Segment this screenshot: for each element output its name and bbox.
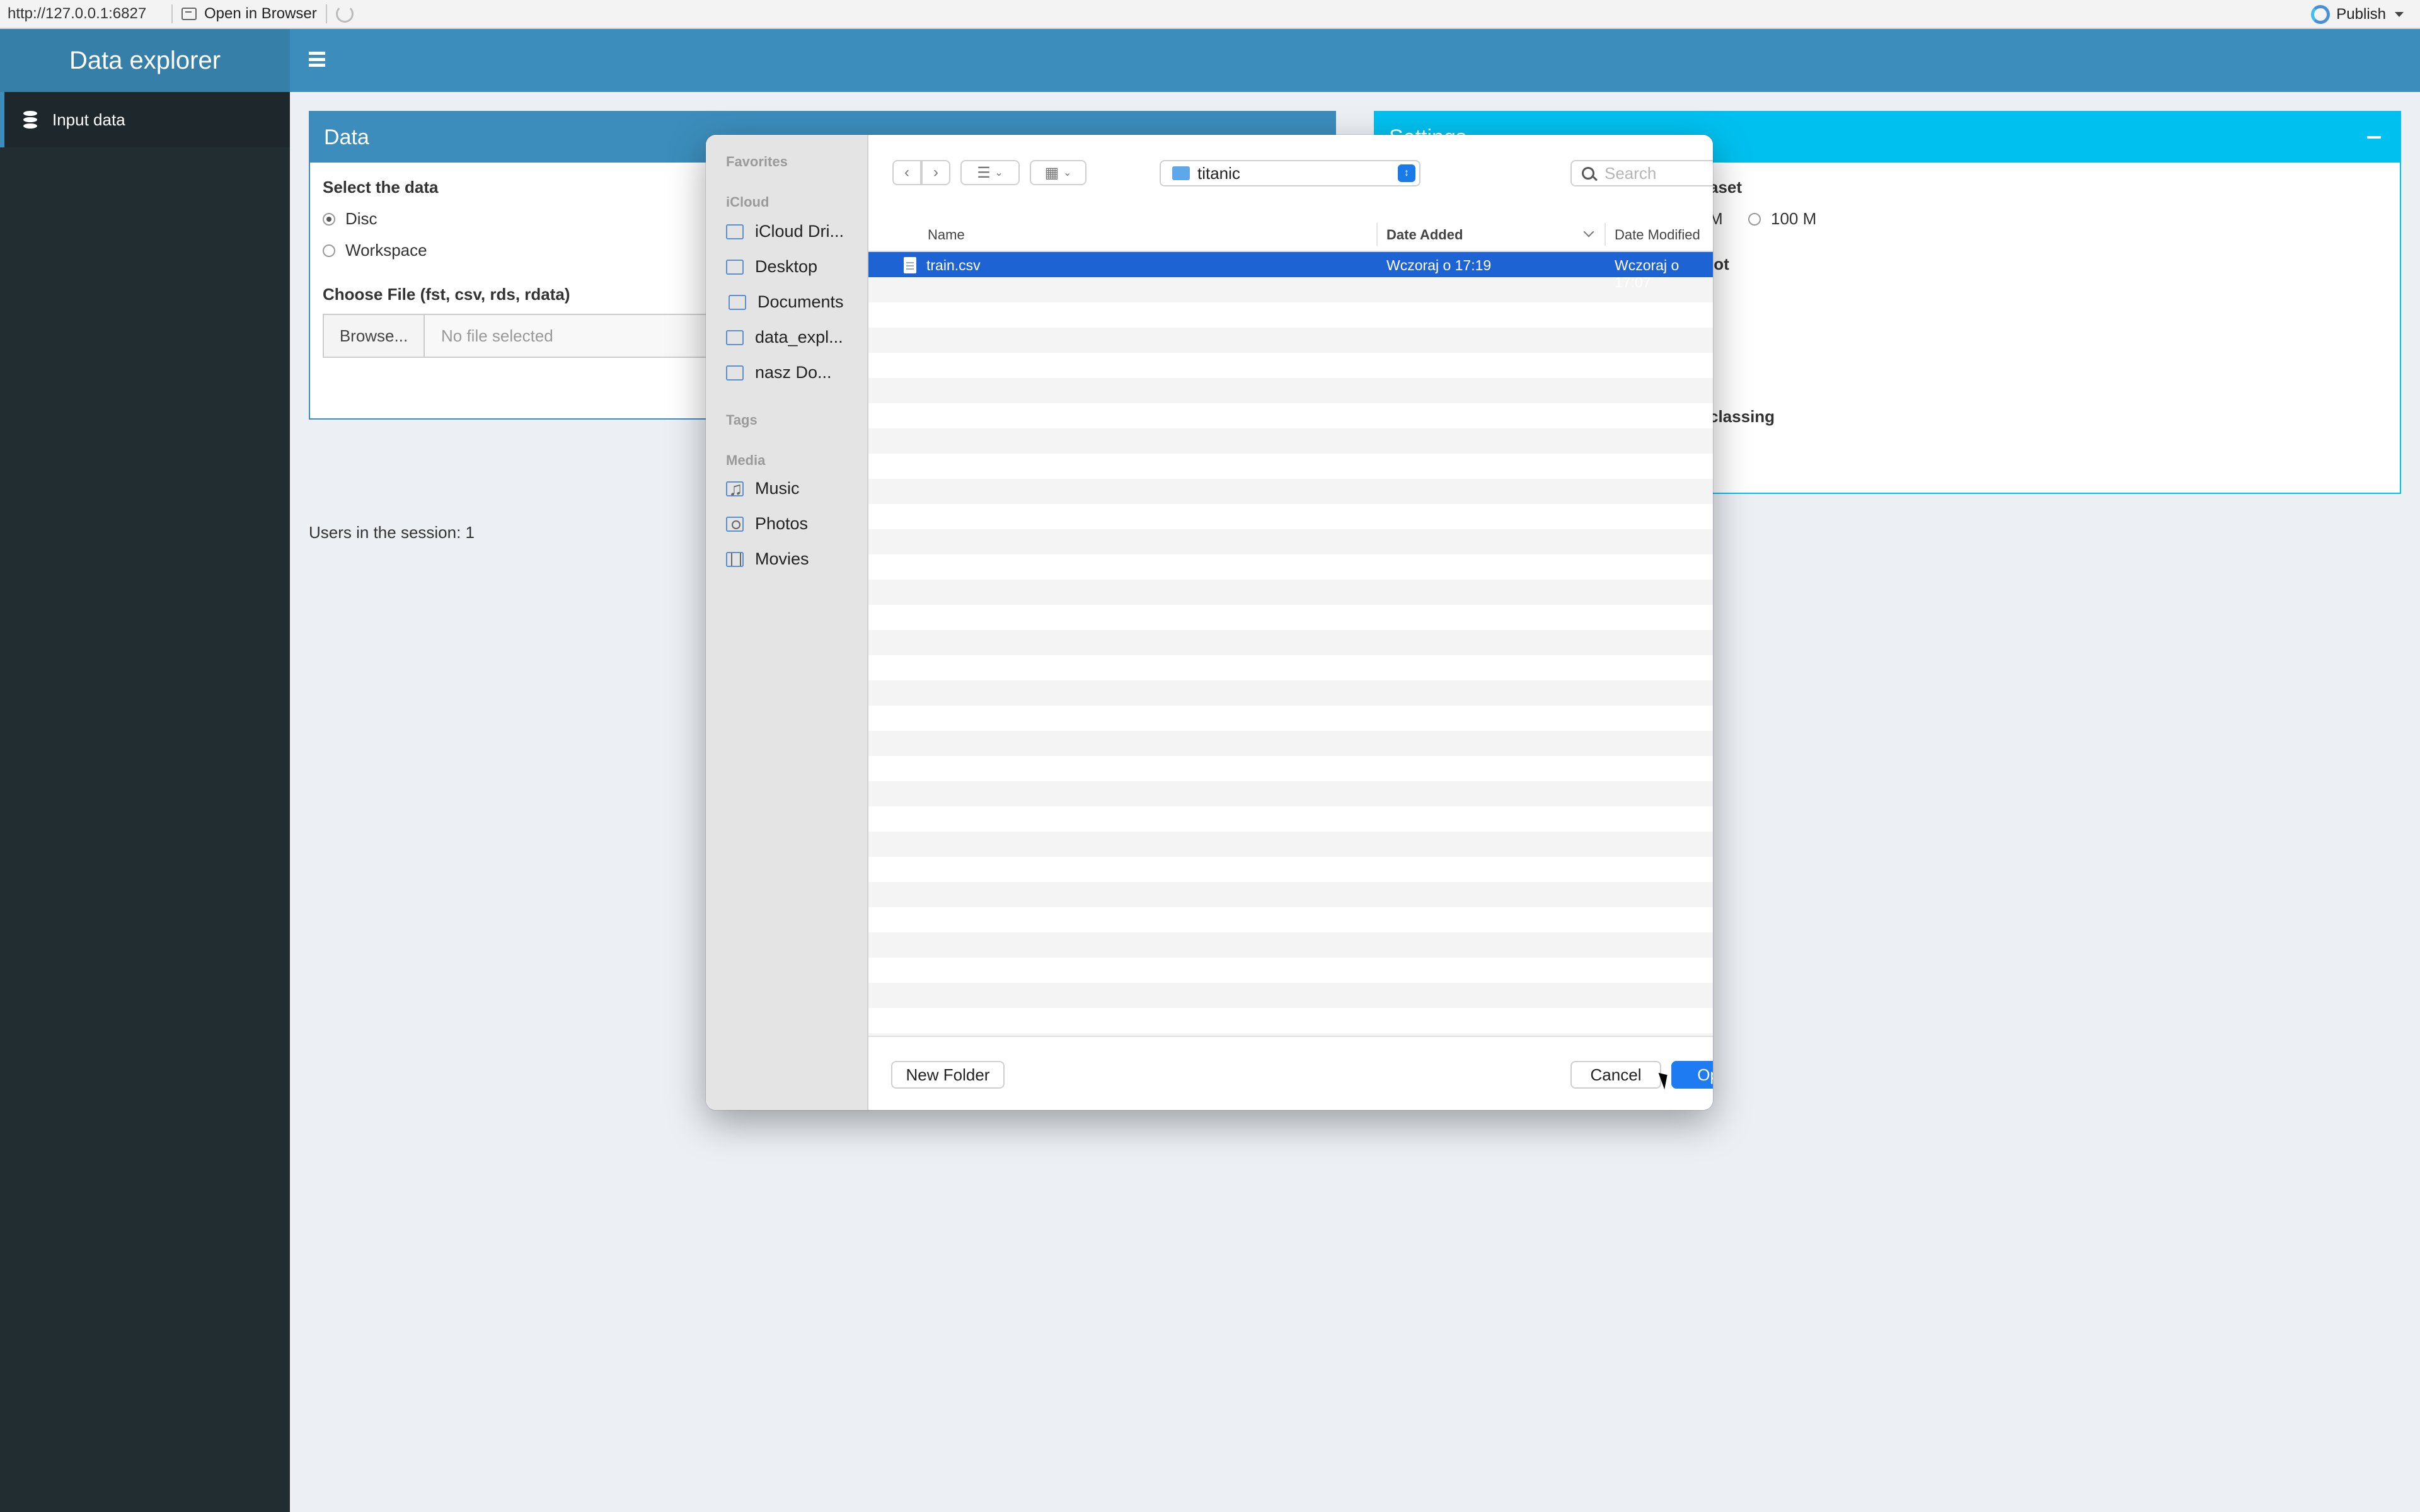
cloud-icon [726, 224, 744, 239]
list-view-button[interactable]: ☰ ⌄ [960, 160, 1020, 185]
document-icon [729, 294, 746, 310]
file-icon [904, 257, 916, 273]
up-down-icon: ↕ [1398, 164, 1415, 182]
radio-button[interactable] [323, 212, 335, 226]
new-folder-button[interactable]: New Folder [891, 1061, 1005, 1089]
section-favorites: Favorites [726, 154, 788, 169]
refresh-icon[interactable] [335, 5, 354, 23]
column-date-added[interactable]: Date Added [1386, 227, 1463, 243]
sidebar-item-desktop[interactable]: Desktop [726, 257, 817, 277]
column-divider[interactable] [1376, 223, 1378, 246]
chevron-down-icon [2395, 12, 2404, 17]
publish-icon [2311, 5, 2331, 24]
section-media: Media [726, 452, 766, 468]
open-button[interactable]: Open [1671, 1061, 1713, 1089]
section-icloud: iCloud [726, 194, 769, 210]
choose-file-label: Choose File (fst, csv, rds, rdata) [323, 285, 570, 304]
section-tags: Tags [726, 412, 758, 428]
folder-icon [726, 365, 744, 381]
toolbar-separator [325, 4, 327, 23]
radio-label: Workspace [345, 241, 427, 260]
sidebar-item-photos[interactable]: Photos [726, 514, 808, 534]
sidebar-item-label: Photos [755, 514, 809, 533]
music-icon [726, 479, 744, 500]
main-header [290, 29, 2420, 92]
column-date-modified[interactable]: Date Modified [1615, 227, 1700, 243]
sidebar-item-label: nasz Do... [755, 363, 832, 382]
file-date-added: Wczoraj o 17:19 [1386, 257, 1492, 273]
publish-label: Publish [2336, 6, 2386, 23]
column-name[interactable]: Name [928, 227, 965, 243]
forward-button[interactable]: › [921, 160, 950, 185]
sidebar: Input data [0, 92, 290, 1512]
collapse-icon[interactable] [2367, 136, 2381, 139]
dialog-footer: New Folder Cancel Open [868, 1036, 1713, 1110]
settings-partial-label: aset [1709, 178, 1743, 197]
radio-100m[interactable]: 100 M [1748, 209, 1816, 229]
browse-button[interactable]: Browse... [324, 315, 425, 357]
column-divider[interactable] [1605, 223, 1606, 246]
location-popup[interactable]: titanic ↕ [1160, 160, 1420, 186]
sidebar-item-label: Music [755, 479, 800, 498]
database-icon [23, 111, 37, 129]
radio-label: Disc [345, 209, 377, 228]
sidebar-item-nasz-dok[interactable]: nasz Do... [726, 363, 832, 382]
sidebar-item-documents[interactable]: Documents [726, 292, 844, 312]
folder-icon [726, 329, 744, 345]
search-icon [1582, 167, 1594, 180]
sidebar-item-label: Input data [52, 110, 125, 129]
search-input[interactable] [1605, 163, 1713, 183]
radio-button[interactable] [323, 244, 335, 257]
app-title[interactable]: Data explorer [0, 29, 290, 92]
sidebar-item-label: Documents [758, 292, 844, 311]
address-url[interactable]: http://127.0.0.1:6827 [0, 5, 163, 23]
file-date-modified: Wczoraj o 17:07 [1615, 257, 1680, 290]
sidebar-item-data-explorer[interactable]: data_expl... [726, 328, 843, 347]
sidebar-item-label: Movies [755, 549, 809, 568]
open-in-browser-icon [182, 8, 197, 20]
desktop-icon [726, 259, 744, 275]
film-icon [726, 551, 744, 567]
search-field[interactable] [1570, 160, 1713, 186]
location-label: titanic [1197, 163, 1240, 183]
sidebar-item-movies[interactable]: Movies [726, 549, 809, 569]
cancel-button[interactable]: Cancel [1570, 1061, 1661, 1089]
sidebar-item-label: data_expl... [755, 328, 843, 346]
open-in-browser-button[interactable]: Open in Browser [204, 5, 317, 23]
radio-disc[interactable]: Disc [323, 209, 377, 229]
chevron-down-icon: ⌄ [994, 168, 1003, 178]
grid-view-button[interactable]: ▦ ⌄ [1030, 160, 1086, 185]
file-row-selected[interactable]: train.csv Wczoraj o 17:19 Wczoraj o 17:0… [868, 252, 1713, 290]
sort-chevron-icon [1583, 226, 1594, 238]
dialog-sidebar: Favorites iCloud iCloud Dri... Desktop D… [706, 135, 868, 1110]
file-name: train.csv [926, 257, 981, 273]
radio-workspace[interactable]: Workspace [323, 241, 427, 260]
open-file-dialog: Favorites iCloud iCloud Dri... Desktop D… [706, 135, 1713, 1110]
back-button[interactable]: ‹ [892, 160, 921, 185]
file-list[interactable]: train.csv Wczoraj o 17:19 Wczoraj o 17:0… [868, 252, 1713, 1036]
settings-partial-label: classing [1709, 407, 1775, 426]
folder-icon [1172, 166, 1190, 180]
sidebar-toggle-icon[interactable] [309, 52, 325, 67]
users-in-session: Users in the session: 1 [309, 523, 475, 542]
grid-view-icon: ▦ [1044, 164, 1059, 181]
publish-button[interactable]: Publish [2311, 5, 2404, 24]
camera-icon [726, 516, 744, 532]
select-data-label: Select the data [323, 178, 439, 197]
sidebar-item-label: Desktop [755, 257, 818, 276]
list-view-icon: ☰ [977, 164, 991, 181]
browser-toolbar: http://127.0.0.1:6827 Open in Browser Pu… [0, 0, 2420, 29]
radio-button[interactable] [1748, 212, 1761, 226]
radio-label: 100 M [1771, 209, 1817, 228]
toolbar-separator [171, 4, 173, 23]
column-headers: Name Date Added Date Modified [868, 217, 1713, 252]
chevron-down-icon: ⌄ [1063, 168, 1072, 178]
sidebar-item-input-data[interactable]: Input data [0, 92, 290, 147]
dialog-toolbar: ‹ › ☰ ⌄ ▦ ⌄ titanic ↕ [868, 135, 1713, 217]
sidebar-item-music[interactable]: Music [726, 479, 800, 500]
sidebar-item-label: iCloud Dri... [755, 222, 844, 241]
sidebar-item-icloud-drive[interactable]: iCloud Dri... [726, 222, 844, 241]
